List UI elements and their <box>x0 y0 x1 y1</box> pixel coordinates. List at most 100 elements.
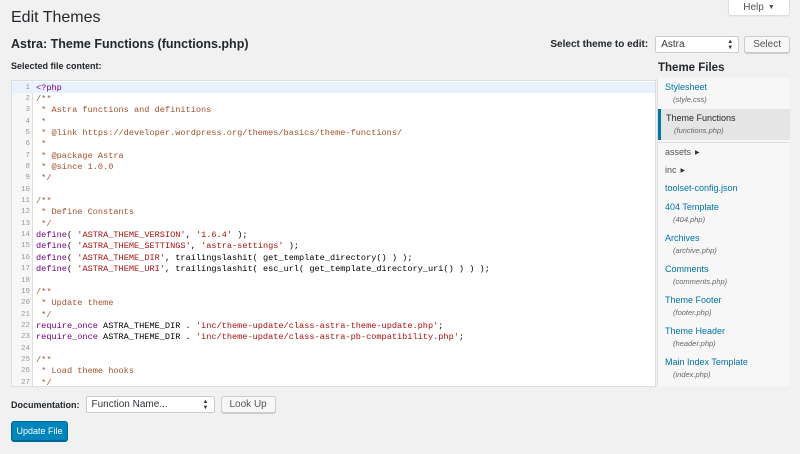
look-up-button[interactable]: Look Up <box>220 396 276 413</box>
line-number: 6 <box>25 140 30 149</box>
theme-file-filename: (comments.php) <box>673 277 728 286</box>
line-number: 3 <box>25 106 30 115</box>
line-number: 2 <box>25 95 30 104</box>
code-line: 10 <box>12 184 655 195</box>
select-theme-button[interactable]: Select <box>744 36 790 53</box>
line-number: 23 <box>20 333 30 342</box>
code-text: * Define Constants <box>36 207 134 218</box>
code-line: 24 <box>12 343 655 354</box>
theme-file-filename: (archive.php) <box>673 246 717 255</box>
code-text: define( 'ASTRA_THEME_SETTINGS', 'astra-s… <box>36 241 300 252</box>
theme-file-item[interactable]: 404 Template (404.php) <box>658 198 790 229</box>
triangle-right-icon: ▶ <box>695 149 700 156</box>
line-number: 13 <box>20 219 30 228</box>
line-number: 26 <box>20 367 30 376</box>
up-down-arrows-icon: ▲ ▼ <box>727 38 734 51</box>
theme-file-filename: (functions.php) <box>674 126 724 135</box>
line-number: 15 <box>20 242 30 251</box>
theme-files-list: Stylesheet (style.css) Theme Functions (fun… <box>657 78 790 386</box>
theme-select[interactable]: Astra ▲ ▼ <box>655 36 740 53</box>
theme-file-item[interactable]: Main Index Template (index.php) <box>658 353 790 384</box>
theme-file-item[interactable]: Archives (archive.php) <box>658 229 790 260</box>
theme-file-link[interactable]: Theme Functions <box>666 113 783 124</box>
code-text: */ <box>36 377 52 387</box>
code-text: /** <box>36 286 52 297</box>
theme-file-link[interactable]: Stylesheet <box>665 82 783 93</box>
theme-file-link[interactable]: Main Index Template <box>665 357 783 368</box>
function-name-select[interactable]: Function Name... ▲ ▼ <box>85 396 215 413</box>
code-line: 8 * @since 1.0.0 <box>12 161 655 172</box>
code-line: 7 * @package Astra <box>12 150 655 161</box>
line-number: 27 <box>20 378 30 387</box>
theme-file-item[interactable]: Comments (comments.php) <box>658 260 790 291</box>
theme-select-value: Astra <box>661 39 685 50</box>
code-line: 17 define( 'ASTRA_THEME_URI', trailingsla… <box>12 264 655 275</box>
theme-file-filename: (index.php) <box>673 370 711 379</box>
folder-assets[interactable]: assets ▶ <box>658 143 790 161</box>
triangle-right-icon: ▶ <box>680 167 686 174</box>
code-line: 26 * Load theme hooks <box>12 366 655 377</box>
code-line: 23 require_once ASTRA_THEME_DIR . 'inc/th… <box>12 332 655 343</box>
theme-file-link[interactable]: Comments <box>665 264 783 275</box>
code-line: 11 /** <box>12 195 655 206</box>
code-text: /** <box>36 94 52 105</box>
code-line: 18 <box>12 275 655 286</box>
code-editor[interactable]: 1 <?php 2/** 3 * Astra functions and defini… <box>11 80 656 387</box>
theme-file-link[interactable]: Theme Header <box>665 326 783 337</box>
theme-file-link[interactable]: Archives <box>665 233 783 244</box>
theme-file-item[interactable]: Theme Header (header.php) <box>658 322 790 353</box>
code-text: require_once ASTRA_THEME_DIR . 'inc/them… <box>36 320 444 331</box>
code-line: 1 <?php <box>12 82 655 94</box>
line-number: 12 <box>20 208 30 217</box>
code-text: define( 'ASTRA_THEME_DIR', trailingslash… <box>36 252 413 263</box>
line-number: 7 <box>25 151 30 160</box>
code-line: 25 /** <box>12 354 655 365</box>
code-text: define( 'ASTRA_THEME_VERSION', '1.6.4' )… <box>36 230 248 241</box>
code-text: define( 'ASTRA_THEME_URI', trailingslash… <box>36 264 490 275</box>
help-button[interactable]: Help ▼ <box>728 0 790 16</box>
code-line: 19 /** <box>12 286 655 297</box>
code-line: 6 * <box>12 139 655 150</box>
code-line: 13 */ <box>12 218 655 229</box>
line-number: 19 <box>20 287 30 296</box>
theme-file-item[interactable]: Theme Functions (functions.php) <box>658 109 790 140</box>
theme-file-item[interactable]: toolset-config.json <box>658 179 790 198</box>
theme-file-link[interactable]: 404 Template <box>665 202 783 213</box>
theme-file-filename: (header.php) <box>673 339 716 348</box>
line-number: 9 <box>25 174 30 183</box>
line-number: 16 <box>20 253 30 262</box>
theme-file-link[interactable]: Theme Footer <box>665 295 783 306</box>
folder-inc[interactable]: inc ▶ <box>658 161 790 179</box>
line-number: 10 <box>20 185 30 194</box>
code-text: */ <box>36 173 52 184</box>
theme-file-item[interactable]: Stylesheet (style.css) <box>658 78 790 109</box>
theme-file-link[interactable]: toolset-config.json <box>665 183 783 194</box>
selected-file-content-label: Selected file content: <box>11 61 102 71</box>
caret-down-icon: ▼ <box>767 4 775 11</box>
line-number: 1 <box>25 83 30 92</box>
theme-file-item[interactable]: Theme Footer (footer.php) <box>658 291 790 322</box>
line-number: 17 <box>20 265 30 274</box>
code-text: /** <box>36 196 52 207</box>
function-name-placeholder: Function Name... <box>91 399 168 410</box>
line-number: 22 <box>20 321 30 330</box>
code-line: 12 * Define Constants <box>12 207 655 218</box>
line-number: 11 <box>20 197 30 206</box>
code-line: 9 */ <box>12 173 655 184</box>
code-text: * <box>36 116 47 127</box>
line-number: 18 <box>20 276 30 285</box>
code-text: /** <box>36 354 52 365</box>
theme-file-filename: (footer.php) <box>673 308 712 317</box>
code-text: * <box>36 139 47 150</box>
code-text: */ <box>36 309 52 320</box>
theme-files-title: Theme Files <box>658 62 725 74</box>
code-text: * @package Astra <box>36 150 124 161</box>
theme-file-item[interactable]: Single Page(page.php) <box>658 384 790 386</box>
page-title: Edit Themes <box>11 9 101 26</box>
code-line: 15 define( 'ASTRA_THEME_SETTINGS', 'astra… <box>12 241 655 252</box>
code-line: 22 require_once ASTRA_THEME_DIR . 'inc/th… <box>12 320 655 331</box>
update-file-button[interactable]: Update File <box>11 421 68 441</box>
theme-file-filename: (404.php) <box>673 215 706 224</box>
code-line: 27 */ <box>12 377 655 387</box>
line-number: 24 <box>20 344 30 353</box>
